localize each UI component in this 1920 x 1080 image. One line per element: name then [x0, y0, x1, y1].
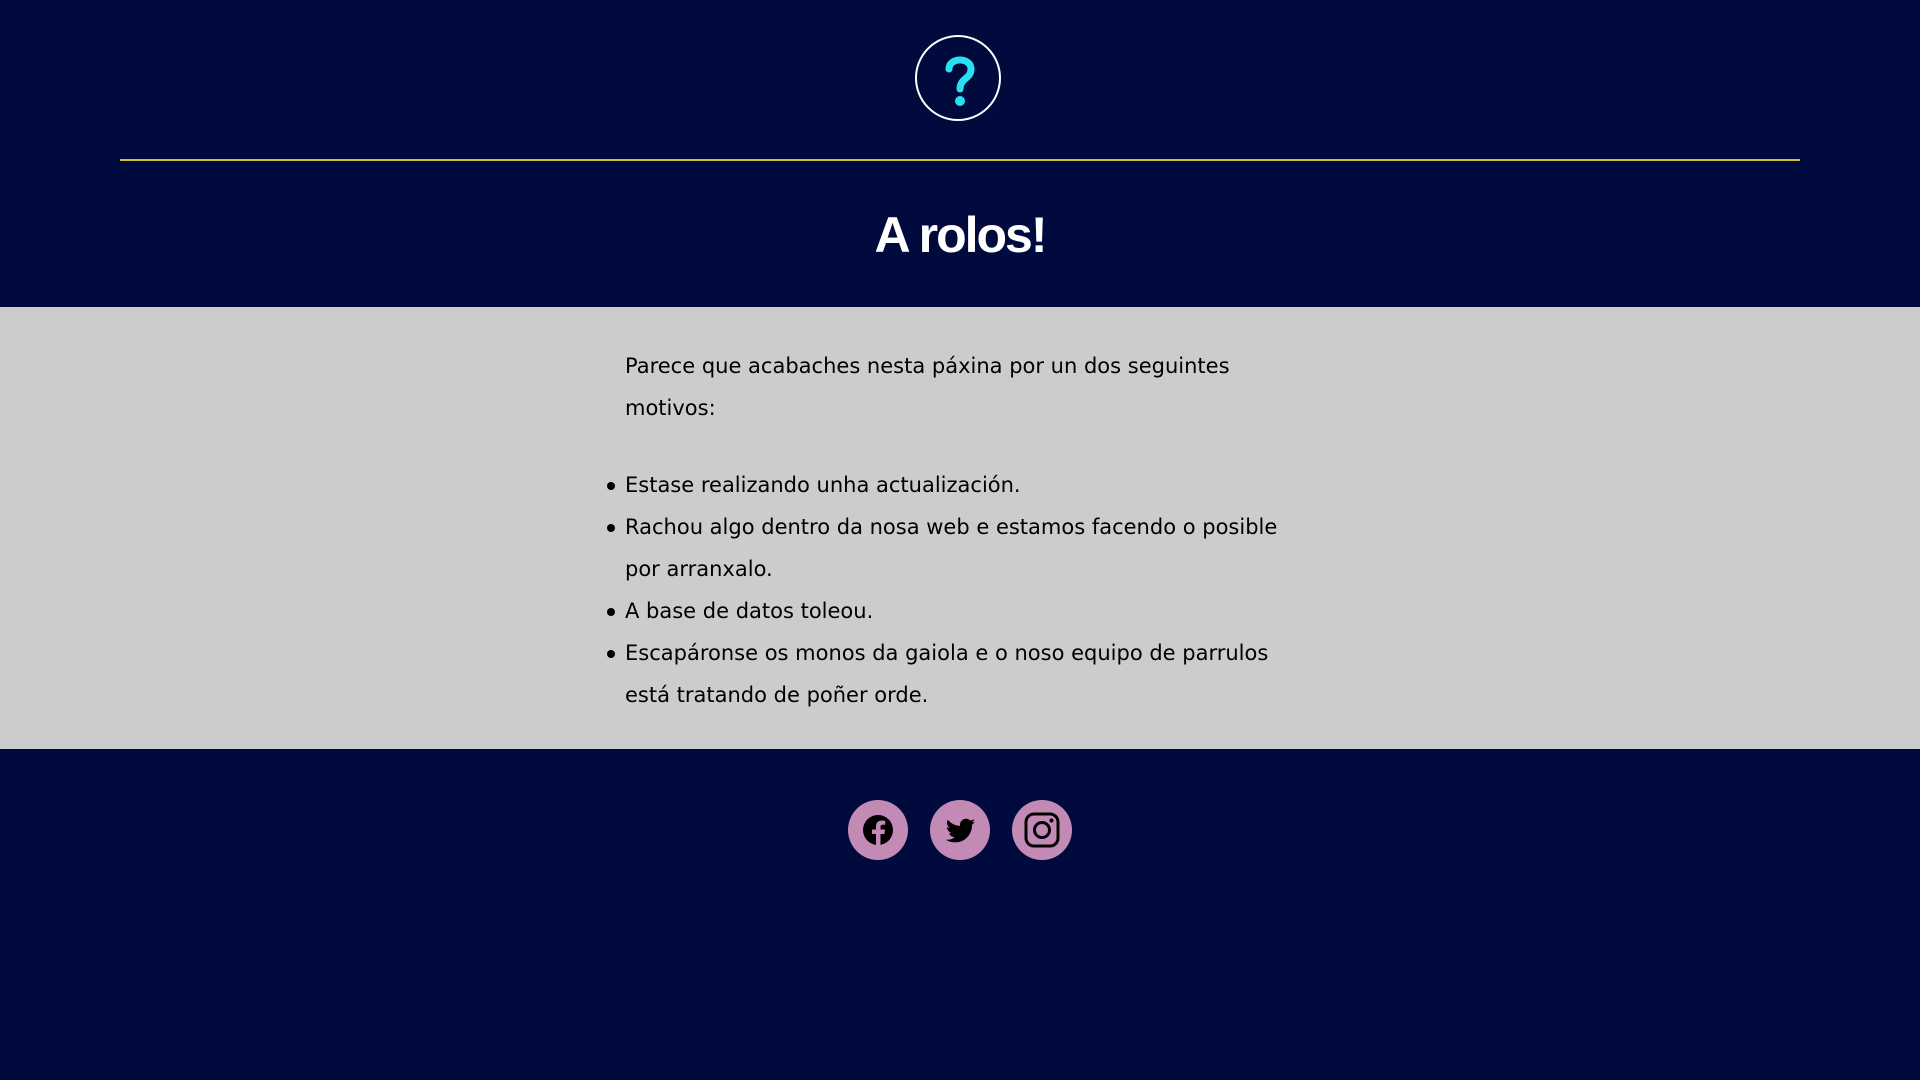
facebook-link[interactable] [848, 800, 908, 860]
instagram-icon [1024, 812, 1060, 848]
message-body: Parece que acabaches nesta páxina por un… [607, 345, 1285, 716]
list-item: Rachou algo dentro da nosa web e estamos… [607, 506, 1285, 590]
reasons-list: Estase realizando unha actualización. Ra… [607, 464, 1285, 716]
page-title: A rolos! [874, 207, 1047, 263]
page-footer [0, 749, 1920, 1080]
list-item: A base de datos toleou. [607, 590, 1285, 632]
twitter-icon [945, 818, 975, 843]
twitter-link[interactable] [930, 800, 990, 860]
error-page: A rolos! Parece que acabaches nesta páxi… [0, 0, 1920, 1080]
question-mark-icon [945, 56, 975, 106]
instagram-link[interactable] [1012, 800, 1072, 860]
facebook-icon [863, 815, 893, 846]
page-header: A rolos! [0, 0, 1920, 307]
logo [915, 35, 1001, 121]
list-item: Escapáronse os monos da gaiola e o noso … [607, 632, 1285, 716]
intro-text: Parece que acabaches nesta páxina por un… [625, 354, 1230, 420]
main-content: Parece que acabaches nesta páxina por un… [0, 307, 1920, 749]
list-item: Estase realizando unha actualización. [607, 464, 1285, 506]
header-divider [120, 159, 1800, 161]
